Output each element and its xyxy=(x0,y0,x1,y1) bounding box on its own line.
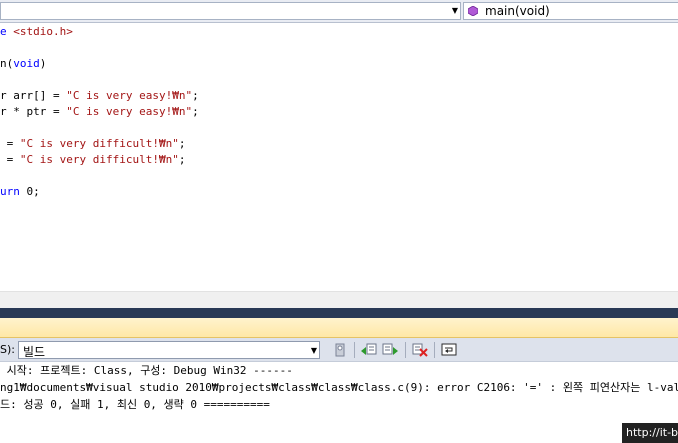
type-scope-dropdown[interactable]: ▼ xyxy=(0,2,461,20)
output-text-area[interactable]: 시작: 프로젝트: Class, 구성: Debug Win32 ------ n… xyxy=(0,362,678,443)
clear-all-icon[interactable] xyxy=(412,342,428,358)
output-line: ng1₩documents₩visual studio 2010₩project… xyxy=(0,381,678,394)
code-token: r arr[] = xyxy=(0,89,67,102)
code-line[interactable]: r arr[] = "C is very easy!₩n"; xyxy=(0,88,199,104)
code-token: ; xyxy=(178,137,186,150)
code-token: e xyxy=(0,25,14,38)
member-dropdown[interactable]: main(void) xyxy=(463,2,678,20)
next-message-icon[interactable] xyxy=(382,342,398,358)
code-token: = xyxy=(0,153,20,166)
code-token: ; xyxy=(192,105,199,118)
dropdown-arrow-icon[interactable]: ▼ xyxy=(311,346,317,355)
output-line: 시작: 프로젝트: Class, 구성: Debug Win32 ------ xyxy=(0,364,293,377)
code-token: "C is very difficult!₩n" xyxy=(19,153,179,166)
output-source-value: 빌드 xyxy=(23,345,46,359)
word-wrap-icon[interactable] xyxy=(441,342,457,358)
code-token: <stdio.h> xyxy=(13,25,73,38)
code-token: "C is very easy!₩n" xyxy=(66,105,193,118)
toolbar-separator xyxy=(434,342,435,358)
dropdown-arrow-icon[interactable]: ▼ xyxy=(452,6,458,15)
code-line[interactable]: urn 0; xyxy=(0,184,40,200)
code-line[interactable]: e <stdio.h> xyxy=(0,24,73,40)
pane-splitter[interactable] xyxy=(0,308,678,318)
output-window-title-bar xyxy=(0,318,678,338)
code-token: n( xyxy=(0,57,14,70)
show-output-from-label: S): xyxy=(0,343,15,356)
find-message-icon[interactable] xyxy=(332,342,348,358)
watermark: http://it-b xyxy=(622,423,678,443)
code-token: "C is very difficult!₩n" xyxy=(19,137,179,150)
method-icon xyxy=(468,6,478,16)
code-line[interactable]: r * ptr = "C is very easy!₩n"; xyxy=(0,104,199,120)
member-dropdown-value: main(void) xyxy=(485,4,550,18)
navigation-bar: ▼ main(void) xyxy=(0,0,678,23)
editor-horizontal-scrollbar[interactable] xyxy=(0,291,678,308)
toolbar-separator xyxy=(354,342,355,358)
code-token: "C is very easy!₩n" xyxy=(66,89,193,102)
code-editor[interactable]: e <stdio.h> n(void) r arr[] = "C is very e… xyxy=(0,23,678,291)
code-line[interactable]: = "C is very difficult!₩n"; xyxy=(0,152,186,168)
code-token: = xyxy=(0,137,20,150)
code-line[interactable]: = "C is very difficult!₩n"; xyxy=(0,136,186,152)
code-token: r * ptr = xyxy=(0,105,67,118)
code-token: urn xyxy=(0,185,20,198)
output-source-dropdown[interactable]: 빌드 ▼ xyxy=(18,341,320,359)
code-token: void xyxy=(13,57,40,70)
output-line: 드: 성공 0, 실패 1, 최신 0, 생략 0 ========== xyxy=(0,398,270,411)
prev-message-icon[interactable] xyxy=(361,342,377,358)
toolbar-separator xyxy=(405,342,406,358)
code-token: ; xyxy=(192,89,199,102)
code-token: ) xyxy=(39,57,47,70)
output-toolbar: S): 빌드 ▼ xyxy=(0,338,678,362)
code-token: ; xyxy=(178,153,186,166)
code-line[interactable]: n(void) xyxy=(0,56,46,72)
code-token: 0; xyxy=(19,185,40,198)
